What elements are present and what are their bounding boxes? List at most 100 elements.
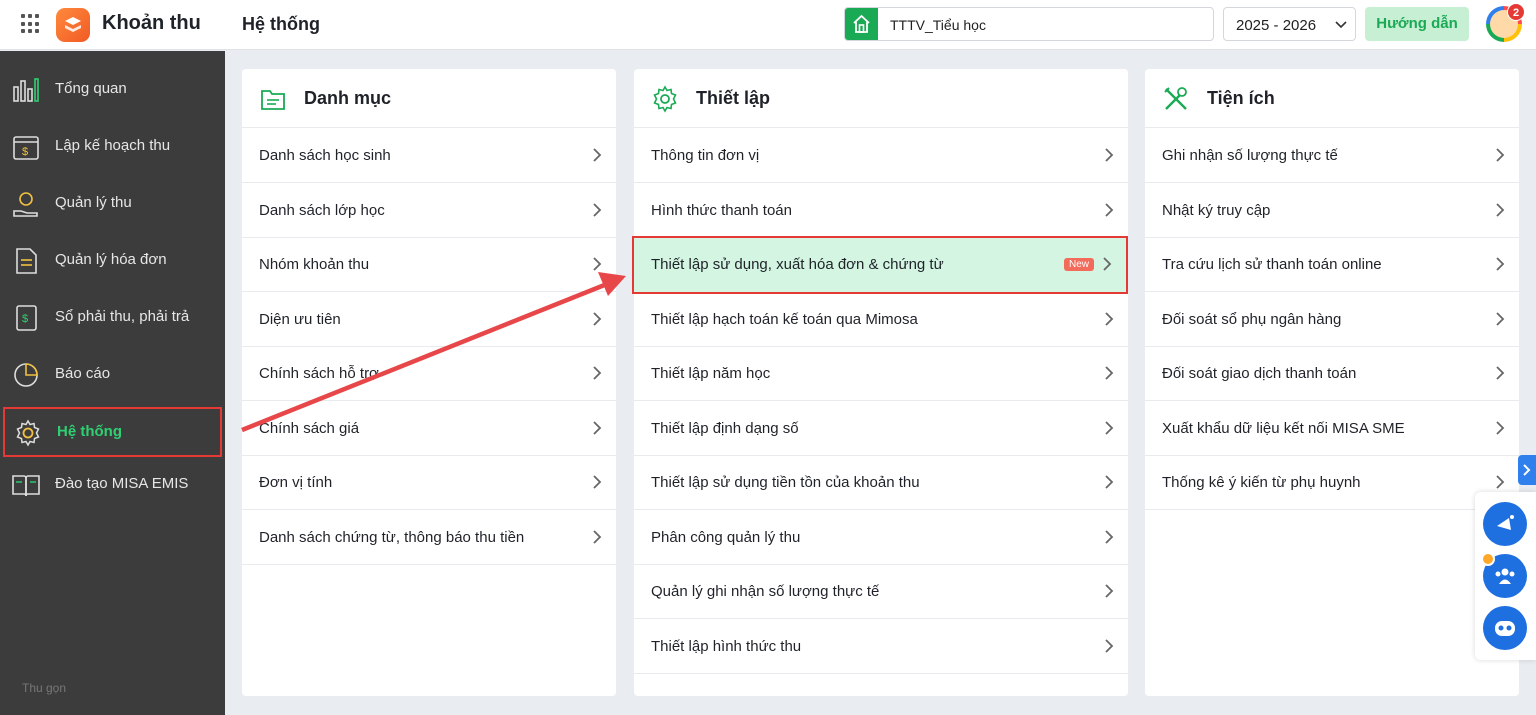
top-header: Khoản thu Hệ thống TTTV_Tiểu học 2025 - … <box>0 0 1536 50</box>
pie-chart-icon <box>14 363 38 387</box>
folder-list-icon <box>261 90 285 110</box>
app-launcher-icon[interactable] <box>21 14 41 34</box>
floating-actions <box>1475 492 1536 660</box>
school-year-select[interactable]: 2025 - 2026 <box>1223 7 1356 41</box>
list-item-label: Danh sách chứng từ, thông báo thu tiền <box>259 528 525 546</box>
sidebar-item-he-thong[interactable]: Hệ thống <box>3 407 222 457</box>
app-logo <box>56 8 90 42</box>
chevron-right-icon <box>1105 311 1114 326</box>
list-item[interactable]: Danh sách học sinh <box>242 129 616 183</box>
list-item[interactable]: Thiết lập sử dụng tiền tồn của khoản thu <box>634 456 1128 510</box>
notification-badge: 2 <box>1507 3 1525 21</box>
svg-text:$: $ <box>22 146 28 158</box>
card-header: Thiết lập <box>634 69 1128 128</box>
robot-icon <box>1495 621 1515 636</box>
list-item-label: Danh sách học sinh <box>259 147 391 164</box>
list-item[interactable]: Thống kê ý kiến từ phụ huynh <box>1145 456 1519 510</box>
chevron-right-icon <box>1105 584 1114 598</box>
list-item[interactable]: Chính sách giá <box>242 402 616 456</box>
chevron-right-icon <box>593 529 602 544</box>
chevron-right-icon <box>593 366 602 380</box>
list-item[interactable]: Xuất khẩu dữ liệu kết nối MISA SME <box>1145 402 1519 456</box>
chevron-right-icon <box>1496 202 1505 217</box>
list-item-label: Thông tin đơn vị <box>651 147 760 164</box>
gear-icon <box>653 85 677 113</box>
card-tien-ich: Tiện ích Ghi nhận số lượng thực tế Nhật k… <box>1145 69 1519 696</box>
sidebar-item-dao-tao[interactable]: Đào tạo MISA EMIS <box>0 459 225 509</box>
school-selector[interactable]: TTTV_Tiểu học <box>844 7 1214 41</box>
list-item[interactable]: Thiết lập định dạng số <box>634 402 1128 456</box>
list-item[interactable]: Chính sách hỗ trợ <box>242 347 616 401</box>
list-item[interactable]: Hình thức thanh toán <box>634 184 1128 238</box>
list-item[interactable]: Diện ưu tiên <box>242 293 616 347</box>
sidebar-item-so-phai-thu[interactable]: $ Sổ phải thu, phải trả <box>0 292 225 342</box>
chevron-right-icon <box>1105 366 1114 380</box>
list-item[interactable]: Thiết lập sử dụng, xuất hóa đơn & chứng … <box>632 236 1128 294</box>
list-item[interactable]: Phân công quản lý thu <box>634 511 1128 565</box>
assistant-bot-button[interactable] <box>1483 606 1527 650</box>
avatar[interactable]: 2 <box>1486 3 1525 42</box>
list-item[interactable]: Đối soát sổ phụ ngân hàng <box>1145 293 1519 347</box>
sidebar-item-bao-cao[interactable]: Báo cáo <box>0 349 225 399</box>
invoice-icon <box>16 248 37 274</box>
list-item-label: Thiết lập hình thức thu <box>651 637 802 655</box>
sidebar-item-tong-quan[interactable]: Tổng quan <box>0 64 225 114</box>
list-item[interactable]: Đơn vị tính <box>242 456 616 510</box>
hand-coin-icon <box>13 192 38 217</box>
chevron-right-icon <box>593 420 602 435</box>
collapse-sidebar-button[interactable]: Thu gọn <box>22 681 66 695</box>
chevron-right-icon <box>1105 475 1114 489</box>
sidebar-item-quan-ly-hoa-don[interactable]: Quản lý hóa đơn <box>0 235 225 285</box>
announcement-button[interactable] <box>1483 502 1527 546</box>
sidebar-item-label: Lập kế hoạch thu <box>55 137 171 154</box>
list-item-label: Ghi nhận số lượng thực tế <box>1162 147 1338 164</box>
chevron-right-icon <box>1496 148 1505 162</box>
expand-panel-tab[interactable] <box>1518 455 1536 485</box>
page-title: Hệ thống <box>242 14 320 34</box>
list-item[interactable]: Thông tin đơn vị <box>634 129 1128 183</box>
ledger-book-icon: $ <box>16 305 37 331</box>
chevron-right-icon <box>1523 464 1531 476</box>
chevron-right-icon <box>1105 202 1114 217</box>
calendar-money-icon: $ <box>13 136 39 160</box>
chevron-right-icon <box>593 257 602 271</box>
list-item[interactable]: Thiết lập hình thức thu <box>634 620 1128 674</box>
list-item[interactable]: Nhật ký truy cập <box>1145 184 1519 238</box>
chevron-right-icon <box>1496 475 1505 489</box>
sidebar-item-label: Sổ phải thu, phải trả <box>55 308 190 325</box>
megaphone-icon <box>1497 515 1514 530</box>
list-item[interactable]: Danh sách lớp học <box>242 184 616 238</box>
list-item[interactable]: Ghi nhận số lượng thực tế <box>1145 129 1519 183</box>
list-item-label: Quản lý ghi nhận số lượng thực tế <box>651 583 880 600</box>
sidebar-item-label: Quản lý thu <box>55 194 132 211</box>
sidebar-item-label: Tổng quan <box>55 80 127 97</box>
chevron-right-icon <box>1496 366 1505 380</box>
list-item[interactable]: Thiết lập hạch toán kế toán qua Mimosa <box>634 293 1128 347</box>
card-thiet-lap: Thiết lập Thông tin đơn vị Hình thức than… <box>632 69 1128 696</box>
list-item[interactable]: Nhóm khoản thu <box>242 238 616 292</box>
list-item-label: Thống kê ý kiến từ phụ huynh <box>1162 474 1361 491</box>
guide-button[interactable]: Hướng dẫn <box>1365 7 1469 41</box>
sidebar-item-lap-ke-hoach-thu[interactable]: $ Lập kế hoạch thu <box>0 121 225 171</box>
list-item[interactable]: Thiết lập năm học <box>634 347 1128 401</box>
chevron-right-icon <box>1105 420 1114 435</box>
list-item[interactable]: Tra cứu lịch sử thanh toán online <box>1145 238 1519 292</box>
list-item[interactable]: Đối soát giao dịch thanh toán <box>1145 347 1519 401</box>
chevron-right-icon <box>1105 148 1114 162</box>
list-item[interactable]: Danh sách chứng từ, thông báo thu tiền <box>242 511 616 565</box>
list-item-label: Phân công quản lý thu <box>651 528 801 546</box>
sidebar-item-label: Quản lý hóa đơn <box>55 251 167 268</box>
open-book-icon <box>12 475 40 497</box>
sidebar-item-label: Hệ thống <box>57 423 122 440</box>
list-item-label: Thiết lập năm học <box>651 365 771 382</box>
new-badge: New <box>1064 258 1095 271</box>
list-item-label: Thiết lập định dạng số <box>651 419 799 437</box>
list-item-label: Xuất khẩu dữ liệu kết nối MISA SME <box>1162 419 1405 437</box>
list-item[interactable]: Quản lý ghi nhận số lượng thực tế <box>634 565 1128 619</box>
sidebar-item-label: Báo cáo <box>55 365 111 382</box>
sidebar-item-quan-ly-thu[interactable]: Quản lý thu <box>0 178 225 228</box>
chevron-right-icon <box>593 475 602 489</box>
card-danh-muc: Danh mục Danh sách học sinh Danh sách lớp… <box>242 69 616 696</box>
sidebar: Tổng quan $ Lập kế hoạch thu Quản lý thu… <box>0 51 225 715</box>
list-item-label: Tra cứu lịch sử thanh toán online <box>1162 256 1382 273</box>
